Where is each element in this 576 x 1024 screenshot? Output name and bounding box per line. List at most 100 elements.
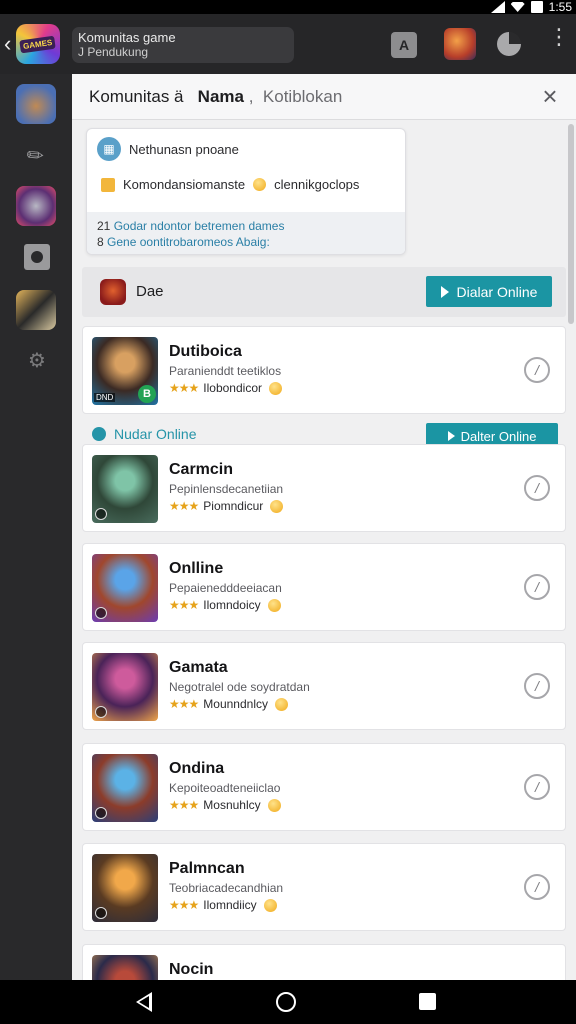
camera-icon[interactable] xyxy=(24,244,50,270)
search-prefix: Komunitas ä xyxy=(89,87,184,106)
more-options-icon[interactable]: ⋮ xyxy=(548,26,570,58)
game-rating: ★★★ Ilobondicor xyxy=(169,381,282,395)
game-subtitle: Kepoiteoadteneiiclao xyxy=(169,781,281,795)
scrollbar[interactable] xyxy=(568,124,574,324)
status-time: 1:55 xyxy=(548,0,572,14)
game-rating: ★★★ Ilomndiicy xyxy=(169,898,277,912)
star-rating-icon: ★★★ xyxy=(169,697,199,711)
rating-label: Ilomndiicy xyxy=(203,898,257,912)
game-card[interactable]: Nocin xyxy=(82,944,566,980)
info-icon[interactable]: / xyxy=(524,874,550,900)
search-query[interactable]: Komunitas ä Nama , Kotiblokan xyxy=(89,87,342,107)
avatar[interactable] xyxy=(444,28,476,60)
game-thumbnail[interactable] xyxy=(92,854,158,922)
star-rating-icon: ★★★ xyxy=(169,798,199,812)
suggestion-card[interactable]: ▦ Nethunasn pnoane Komondansiomanste cle… xyxy=(86,128,406,255)
game-tag: DND xyxy=(94,393,116,402)
game-rating: ★★★ Ilomndoicy xyxy=(169,598,281,612)
wifi-icon xyxy=(510,2,525,12)
section-label: Nudar Online xyxy=(114,426,197,442)
signal-icon xyxy=(490,1,505,13)
platform-badge-icon xyxy=(95,706,107,718)
game-title: Nocin xyxy=(169,961,214,978)
game-thumbnail[interactable] xyxy=(92,455,158,523)
account-a-icon[interactable]: A xyxy=(391,32,417,58)
main-panel: Komunitas ä Nama , Kotiblokan × ▦ Nethun… xyxy=(72,74,576,980)
nav-home-icon[interactable] xyxy=(276,992,296,1012)
stats-icon[interactable] xyxy=(497,32,521,56)
platform-badge-icon xyxy=(95,907,107,919)
game-badge: B xyxy=(138,385,156,403)
screen: 1:55 ‹ GAMES Komunitas game J Pendukung … xyxy=(0,0,576,1024)
close-icon[interactable]: × xyxy=(538,83,562,109)
section-icon xyxy=(92,427,106,441)
search-bar[interactable]: Komunitas ä Nama , Kotiblokan × xyxy=(72,74,576,120)
info-icon[interactable]: / xyxy=(524,673,550,699)
rating-label: Mosnuhlcy xyxy=(203,798,261,812)
coin-icon xyxy=(267,798,281,812)
game-rating: ★★★ Piomndicur xyxy=(169,499,284,513)
footer-count-1: 21 xyxy=(97,219,111,233)
rating-label: Ilomndoicy xyxy=(203,598,261,612)
play-online-button[interactable]: Dialar Online xyxy=(426,276,552,307)
app-logo-text: GAMES xyxy=(19,35,57,53)
game-title: Carmcin xyxy=(169,461,234,478)
game-thumbnail[interactable] xyxy=(92,554,158,622)
game-title: Gamata xyxy=(169,659,228,676)
footer-line-2: Gene oontitrobaromeos Abaig: xyxy=(107,235,270,249)
rail-game-1-icon[interactable] xyxy=(16,84,56,124)
nav-recents-icon[interactable] xyxy=(419,993,436,1010)
game-card[interactable]: Ondina Kepoiteoadteneiiclao ★★★ Mosnuhlcy / xyxy=(82,743,566,831)
rating-label: Ilobondicor xyxy=(203,381,262,395)
platform-badge-icon xyxy=(95,607,107,619)
coin-icon xyxy=(267,598,281,612)
featured-label: Dae xyxy=(136,283,164,300)
game-card[interactable]: Onlline Pepaienedddeeiacan ★★★ Ilomndoicy / xyxy=(82,543,566,631)
section-online-label: Dalter Online xyxy=(460,428,537,444)
featured-game-icon[interactable] xyxy=(100,279,126,305)
app-title-box[interactable]: Komunitas game J Pendukung xyxy=(72,27,294,63)
star-rating-icon: ★★★ xyxy=(169,898,199,912)
left-rail: ✎ ⚙ xyxy=(0,74,72,980)
suggestion-line-2a: Komondansiomanste xyxy=(123,177,246,192)
app-logo[interactable]: GAMES xyxy=(16,24,60,64)
suggestion-line-2b: clennikgoclops xyxy=(274,177,360,192)
game-card[interactable]: Gamata Negotralel ode soydratdan ★★★ Mounnd… xyxy=(82,642,566,730)
coin-icon xyxy=(253,178,267,191)
footer-count-2: 8 xyxy=(97,235,104,249)
info-icon[interactable]: / xyxy=(524,774,550,800)
rail-game-3-icon[interactable] xyxy=(16,290,56,330)
coin-icon xyxy=(263,898,277,912)
platform-badge-icon xyxy=(95,508,107,520)
game-thumbnail[interactable] xyxy=(92,653,158,721)
battery-icon xyxy=(530,1,543,13)
game-card[interactable]: Carmcin Pepinlensdecanetiian ★★★ Piomndicur… xyxy=(82,444,566,532)
app-title: Komunitas game xyxy=(78,30,176,45)
info-icon[interactable]: / xyxy=(524,574,550,600)
game-thumbnail[interactable] xyxy=(92,754,158,822)
game-card[interactable]: Palmncan Teobriacadecandhian ★★★ Ilomndiicy… xyxy=(82,843,566,931)
info-icon[interactable]: / xyxy=(524,357,550,383)
game-title: Ondina xyxy=(169,760,225,777)
play-icon xyxy=(447,431,455,441)
game-title: Palmncan xyxy=(169,860,245,877)
tools-icon[interactable]: ✎ xyxy=(19,139,53,173)
game-title: Dutiboica xyxy=(169,343,242,360)
game-thumbnail[interactable]: B DND xyxy=(92,337,158,405)
grid-icon: ▦ xyxy=(97,137,121,161)
rating-label: Mounndnlcy xyxy=(203,697,268,711)
info-icon[interactable]: / xyxy=(524,475,550,501)
game-card[interactable]: B DND Dutiboica Paranienddt teetiklos ★★★ Ilo… xyxy=(82,326,566,414)
game-subtitle: Pepaienedddeeiacan xyxy=(169,581,282,595)
game-rating: ★★★ Mounndnlcy xyxy=(169,697,288,711)
folder-icon xyxy=(101,177,115,192)
nav-back-icon[interactable] xyxy=(136,992,152,1012)
settings-gear-icon[interactable]: ⚙ xyxy=(26,350,48,372)
rail-game-2-icon[interactable] xyxy=(16,186,56,226)
game-title: Onlline xyxy=(169,560,224,577)
star-rating-icon: ★★★ xyxy=(169,381,199,395)
suggestion-line-1: Nethunasn pnoane xyxy=(129,141,239,157)
app-subtitle: J Pendukung xyxy=(78,45,149,59)
search-term: Nama xyxy=(197,87,244,106)
game-thumbnail[interactable] xyxy=(92,955,158,980)
